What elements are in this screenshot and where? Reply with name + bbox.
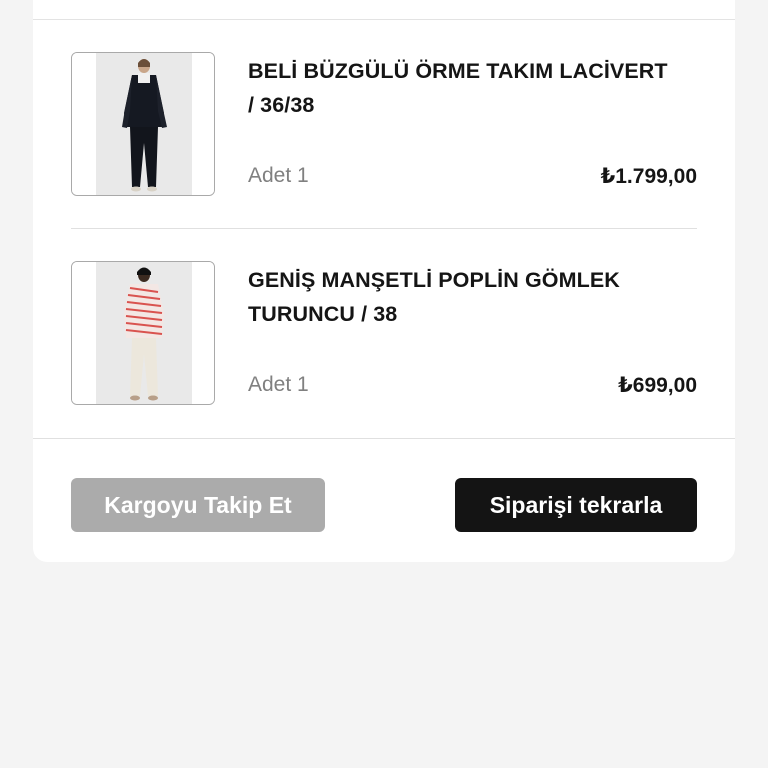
order-item[interactable]: GENİŞ MANŞETLİ POPLİN GÖMLEK TURUNCU / 3… <box>71 261 697 407</box>
reorder-button[interactable]: Siparişi tekrarla <box>455 478 697 532</box>
quantity-label: Adet 1 <box>248 373 309 396</box>
track-shipment-button[interactable]: Kargoyu Takip Et <box>71 478 325 532</box>
product-photo <box>72 53 214 195</box>
product-photo <box>72 262 214 404</box>
product-image[interactable] <box>71 52 215 196</box>
product-title[interactable]: BELİ BÜZGÜLÜ ÖRME TAKIM LACİVERT / 36/38 <box>248 54 668 122</box>
divider <box>33 438 735 439</box>
divider <box>33 19 735 20</box>
price-label: ₺1.799,00 <box>600 165 697 188</box>
price-label: ₺699,00 <box>618 374 697 397</box>
order-item[interactable]: BELİ BÜZGÜLÜ ÖRME TAKIM LACİVERT / 36/38… <box>71 52 697 198</box>
quantity-label: Adet 1 <box>248 164 309 187</box>
product-title[interactable]: GENİŞ MANŞETLİ POPLİN GÖMLEK TURUNCU / 3… <box>248 263 668 331</box>
product-image[interactable] <box>71 261 215 405</box>
divider <box>71 228 697 229</box>
